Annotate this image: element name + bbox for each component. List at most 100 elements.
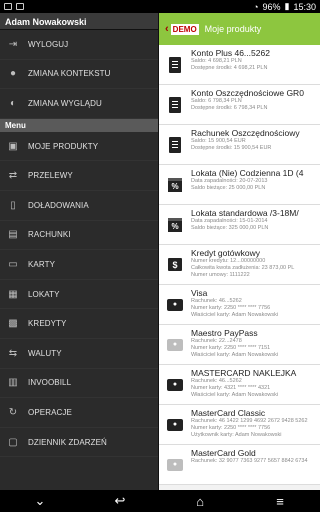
product-name: Lokata standardowa /3-18M/ xyxy=(191,208,299,218)
product-detail: Rachunek: 22...2478 xyxy=(191,338,242,344)
drawer-item-invoobill[interactable]: ▥ INVOOBILL xyxy=(0,369,158,399)
nav-down-icon[interactable]: ⌄ xyxy=(20,491,60,511)
credit-card-icon: ● xyxy=(167,298,183,311)
image-icon: ▤ xyxy=(8,229,18,241)
product-info: Maestro PayPass Rachunek: 22...2478 Numer … xyxy=(191,325,320,364)
product-detail: Numer umowy: 1111222 xyxy=(191,272,250,278)
product-row[interactable]: ● Maestro PayPass Rachunek: 22...2478 Numer… xyxy=(159,325,320,365)
product-name: Maestro PayPass xyxy=(191,328,258,338)
product-row[interactable]: Konto Oszczędnościowe GR0 Saldo: 6 798,34… xyxy=(159,85,320,125)
product-info: Visa Rachunek: 46...5262 Numer karty: 2250… xyxy=(191,285,320,324)
drawer-user-name: Adam Nowakowski xyxy=(0,13,158,30)
nav-home-icon[interactable]: ⌂ xyxy=(180,491,220,511)
navigation-drawer: Adam Nowakowski ⇥ WYLOGUJ ● ZMIANA KONTEKST… xyxy=(0,13,158,490)
transfer-icon: ⇄ xyxy=(8,170,18,182)
drawer-item-karty[interactable]: ▭ KARTY xyxy=(0,250,158,280)
battery-percent: 96% xyxy=(262,1,281,12)
product-name: MasterCard Classic xyxy=(191,408,266,418)
product-icon-wrap: ● xyxy=(159,445,191,484)
product-detail: Rachunek: 46...5262 xyxy=(191,298,242,304)
product-icon-wrap: % xyxy=(159,205,191,244)
nav-back-icon[interactable]: ↩ xyxy=(100,491,140,511)
product-name: Konto Oszczędnościowe GR0 xyxy=(191,88,304,98)
drawer-item-label: LOKATY xyxy=(28,289,60,299)
product-icon-wrap xyxy=(159,125,191,164)
drawer-item-waluty[interactable]: ⇆ WALUTY xyxy=(0,339,158,369)
product-name: Visa xyxy=(191,288,208,298)
product-icon-wrap xyxy=(159,85,191,124)
product-info: MasterCard Classic Rachunek: 46 1422 1299… xyxy=(191,405,320,444)
drawer-item-operacje[interactable]: ↻ OPERACJE xyxy=(0,398,158,428)
drawer-item-lokaty[interactable]: ▦ LOKATY xyxy=(0,280,158,310)
drawer-item-label: ZMIANA WYGLĄDU xyxy=(28,98,102,108)
product-row[interactable]: % Lokata (Nie) Codzienna 1D (4 Data zapada… xyxy=(159,165,320,205)
battery-icon: ▮ xyxy=(284,1,290,11)
product-row[interactable]: ● MasterCard Classic Rachunek: 46 1422 129… xyxy=(159,405,320,445)
drawer-item-kredyty[interactable]: ▩ KREDYTY xyxy=(0,309,158,339)
product-info: Rachunek Oszczędnościowy Saldo: 15 900,54… xyxy=(191,125,320,164)
product-row[interactable]: $ Kredyt gotówkowy Numer kredytu: 12...000… xyxy=(159,245,320,285)
drawer-item-zmiana-wyglądu[interactable]: ◐ ZMIANA WYGLĄDU xyxy=(0,89,158,119)
drawer-item-label: WALUTY xyxy=(28,348,62,358)
calendar-percent-icon: % xyxy=(168,217,182,232)
demo-badge[interactable]: DEMO xyxy=(170,23,199,35)
product-icon-wrap xyxy=(159,45,191,84)
credit-card-icon: ● xyxy=(167,458,183,471)
clock: 15:30 xyxy=(293,1,316,12)
product-name: MasterCard Gold xyxy=(191,448,256,458)
credit-card-icon: ● xyxy=(167,378,183,391)
product-detail: Numer kredytu: 12...00000000 xyxy=(191,258,266,264)
product-name: Konto Plus 46...5262 xyxy=(191,48,270,58)
product-detail: Właściciel karty: Adam Nowakowski xyxy=(191,312,279,318)
product-row[interactable]: ● Visa Rachunek: 46...5262 Numer karty: 225… xyxy=(159,285,320,325)
drawer-item-label: KREDYTY xyxy=(28,319,67,329)
product-detail: Data zapadalności: 20-07-2013 xyxy=(191,178,268,184)
system-navigation-bar: ⌄ ↩ ⌂ ≡ xyxy=(0,490,320,512)
product-detail: Saldo: 6 798,34 PLN xyxy=(191,98,242,104)
drawer-item-moje-produkty[interactable]: ▣ MOJE PRODUKTY xyxy=(0,132,158,162)
product-detail: Rachunek: 46 1422 1299 4692 2672 9428 52… xyxy=(191,418,308,424)
drawer-item-dziennik-zdarzeń[interactable]: ▢ DZIENNIK ZDARZEŃ xyxy=(0,428,158,458)
product-detail: Rachunek: 46...5262 xyxy=(191,378,242,384)
calendar-percent-icon: % xyxy=(168,177,182,192)
log-icon: ▢ xyxy=(8,436,18,448)
drawer-item-label: MOJE PRODUKTY xyxy=(28,141,99,151)
drawer-item-label: PRZELEWY xyxy=(28,171,73,181)
product-info: Konto Plus 46...5262 Saldo: 4 698,21 PLN D… xyxy=(191,45,320,84)
image-notification-icon xyxy=(16,3,24,10)
product-detail: Numer karty: 4321 **** **** 4321 xyxy=(191,385,271,391)
page-title: Moje produkty xyxy=(204,24,262,34)
drawer-item-zmiana-kontekstu[interactable]: ● ZMIANA KONTEKSTU xyxy=(0,60,158,90)
product-row[interactable]: % Lokata standardowa /3-18M/Data zapadaln… xyxy=(159,205,320,245)
product-row[interactable]: ● MasterCard Gold Rachunek: 32 9077 7363 9… xyxy=(159,445,320,485)
product-detail: Numer karty: 2250 **** **** 7756 xyxy=(191,425,271,431)
drawer-item-label: WYLOGUJ xyxy=(28,39,69,49)
product-detail: Data zapadalności: 15-01-2014 xyxy=(191,218,268,224)
logout-icon: ⇥ xyxy=(8,38,18,50)
calendar-icon: ▦ xyxy=(8,288,18,300)
nav-menu-icon[interactable]: ≡ xyxy=(260,491,300,511)
product-name: Kredyt gotówkowy xyxy=(191,248,260,258)
document-icon xyxy=(169,136,181,153)
product-row[interactable]: ● MASTERCARD NAKLEJKA Rachunek: 46...5262 N… xyxy=(159,365,320,405)
document-icon xyxy=(169,56,181,73)
app-root: ◔ 96% ▮ 15:30 Adam Nowakowski ⇥ WYLOGUJ ● Z… xyxy=(0,0,320,512)
drawer-item-wyloguj[interactable]: ⇥ WYLOGUJ xyxy=(0,30,158,60)
product-icon-wrap: ● xyxy=(159,365,191,404)
back-chevron-icon[interactable]: ‹ xyxy=(165,23,169,35)
product-icon-wrap: ● xyxy=(159,285,191,324)
product-icon-wrap: ● xyxy=(159,405,191,444)
drawer-item-label: RACHUNKI xyxy=(28,230,71,240)
wallet-icon: ▣ xyxy=(8,140,18,152)
action-bar: ‹ DEMO Moje produkty xyxy=(159,13,320,45)
credit-card-icon: ● xyxy=(167,418,183,431)
product-row[interactable]: Rachunek Oszczędnościowy Saldo: 15 900,54… xyxy=(159,125,320,165)
drawer-item-label: OPERACJE xyxy=(28,407,72,417)
refresh-icon: ↻ xyxy=(8,406,18,418)
product-row[interactable]: Konto Plus 46...5262 Saldo: 4 698,21 PLN D… xyxy=(159,45,320,85)
drawer-item-przelewy[interactable]: ⇄ PRZELEWY xyxy=(0,161,158,191)
drawer-item-doładowania[interactable]: ▯ DOŁADOWANIA xyxy=(0,191,158,221)
drawer-menu-list: ▣ MOJE PRODUKTY ⇄ PRZELEWY ▯ DOŁADOWANIA ▤ RACH… xyxy=(0,132,158,458)
drawer-item-rachunki[interactable]: ▤ RACHUNKI xyxy=(0,221,158,251)
product-info: Konto Oszczędnościowe GR0 Saldo: 6 798,34… xyxy=(191,85,320,124)
